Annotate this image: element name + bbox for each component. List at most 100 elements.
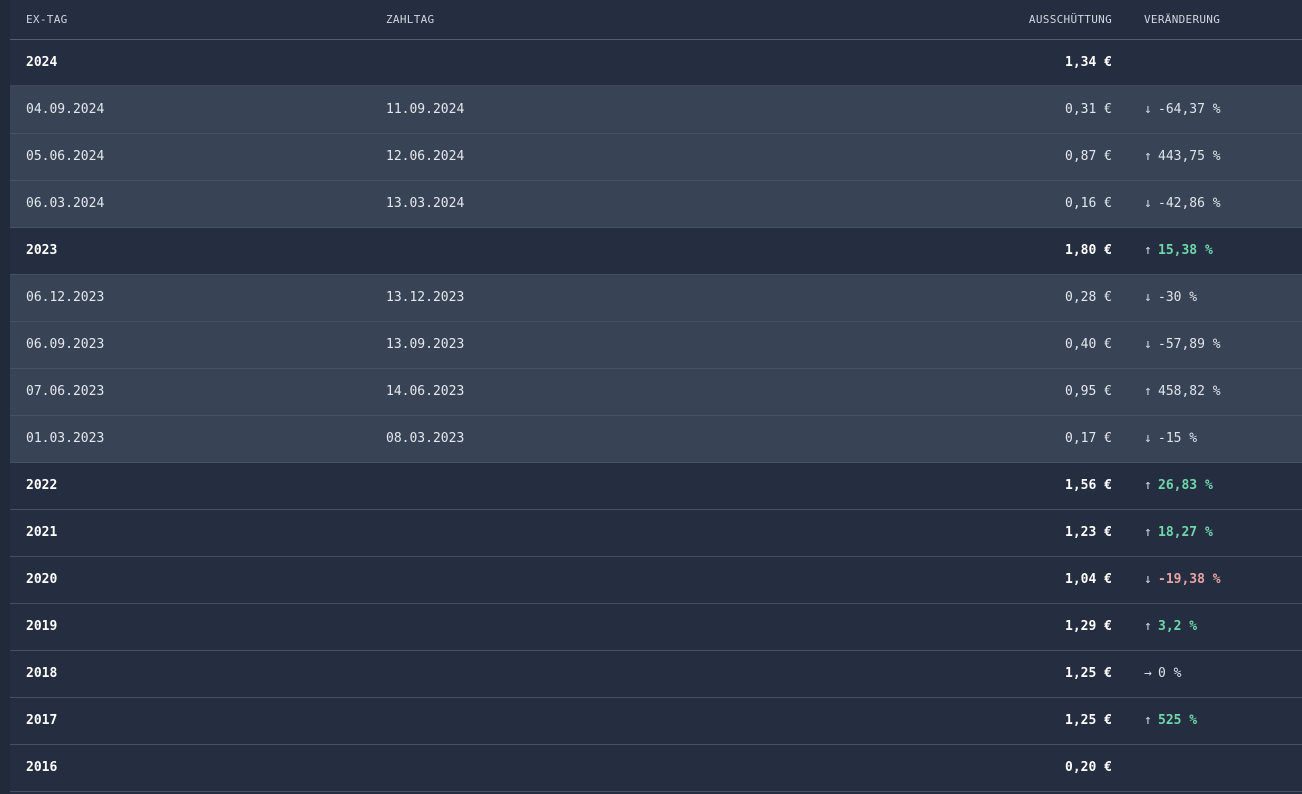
amount-cell: 0,16 € [930,180,1112,228]
ex-tag-cell: 2017 [10,697,370,745]
change-arrow-icon: ↑ [1144,149,1152,164]
amount-cell: 0,28 € [930,274,1112,322]
amount-cell: 0,20 € [930,744,1112,792]
change-arrow-icon: ↑ [1144,243,1152,258]
header-ex-tag[interactable]: EX-TAG [10,0,370,40]
ex-tag-cell: 2023 [10,227,370,275]
change-arrow-icon: ↓ [1144,337,1152,352]
ex-tag-cell: 06.09.2023 [10,321,370,369]
header-veraenderung[interactable]: VERÄNDERUNG [1112,0,1302,40]
dividend-row[interactable]: 07.06.2023 14.06.2023 0,95 € ↑ 458,82 % [10,368,1302,416]
change-cell: ↑ 18,27 % [1112,509,1302,557]
zahltag-cell [370,227,930,275]
change-cell: ↑ 443,75 % [1112,133,1302,181]
ex-tag-cell: 2018 [10,650,370,698]
amount-cell: 1,80 € [930,227,1112,275]
amount-cell: 1,56 € [930,462,1112,510]
year-summary-row[interactable]: 2023 1,80 € ↑ 15,38 % [10,227,1302,275]
table-body: 2024 1,34 € 04.09.2024 11.09.2024 0,31 €… [10,39,1302,792]
change-value: 15,38 % [1158,243,1213,258]
change-value: 458,82 % [1158,384,1221,399]
change-cell [1112,744,1302,792]
zahltag-cell [370,39,930,87]
change-value: -64,37 % [1158,102,1221,118]
dividend-row[interactable]: 04.09.2024 11.09.2024 0,31 € ↓ -64,37 % [10,86,1302,134]
change-cell: ↓ -64,37 % [1112,86,1302,134]
amount-cell: 1,23 € [930,509,1112,557]
change-value: -15 % [1158,431,1198,446]
ex-tag-cell: 06.12.2023 [10,274,370,322]
change-cell: ↓ -19,38 % [1112,556,1302,604]
year-summary-row[interactable]: 2016 0,20 € [10,744,1302,792]
change-cell [1112,39,1302,87]
amount-cell: 1,34 € [930,39,1112,87]
dividend-row[interactable]: 05.06.2024 12.06.2024 0,87 € ↑ 443,75 % [10,133,1302,181]
dividend-row[interactable]: 06.09.2023 13.09.2023 0,40 € ↓ -57,89 % [10,321,1302,369]
dividend-table: EX-TAG ZAHLTAG AUSSCHÜTTUNG VERÄNDERUNG … [10,0,1302,792]
change-cell: ↑ 26,83 % [1112,462,1302,510]
year-summary-row[interactable]: 2020 1,04 € ↓ -19,38 % [10,556,1302,604]
change-arrow-icon: ↓ [1144,290,1152,305]
header-zahltag[interactable]: ZAHLTAG [370,0,930,40]
year-summary-row[interactable]: 2022 1,56 € ↑ 26,83 % [10,462,1302,510]
change-cell: ↓ -57,89 % [1112,321,1302,369]
change-arrow-icon: ↑ [1144,384,1152,399]
dividend-table-container: EX-TAG ZAHLTAG AUSSCHÜTTUNG VERÄNDERUNG … [10,0,1302,794]
amount-cell: 1,25 € [930,697,1112,745]
year-summary-row[interactable]: 2019 1,29 € ↑ 3,2 % [10,603,1302,651]
change-arrow-icon: ↓ [1144,102,1152,118]
amount-cell: 0,31 € [930,86,1112,134]
change-arrow-icon: ↓ [1144,431,1152,446]
amount-cell: 0,95 € [930,368,1112,416]
ex-tag-cell: 2020 [10,556,370,604]
change-value: -30 % [1158,290,1198,305]
header-row: EX-TAG ZAHLTAG AUSSCHÜTTUNG VERÄNDERUNG [10,0,1302,40]
zahltag-cell [370,509,930,557]
zahltag-cell [370,650,930,698]
ex-tag-cell: 04.09.2024 [10,86,370,134]
ex-tag-cell: 07.06.2023 [10,368,370,416]
amount-cell: 0,17 € [930,415,1112,463]
change-value: 0 % [1158,666,1182,681]
dividend-row[interactable]: 01.03.2023 08.03.2023 0,17 € ↓ -15 % [10,415,1302,463]
ex-tag-cell: 01.03.2023 [10,415,370,463]
change-value: -57,89 % [1158,337,1221,352]
change-value: -19,38 % [1158,572,1221,587]
change-value: 26,83 % [1158,478,1213,493]
change-value: 443,75 % [1158,149,1221,164]
change-arrow-icon: → [1144,666,1152,681]
amount-cell: 0,40 € [930,321,1112,369]
year-summary-row[interactable]: 2024 1,34 € [10,39,1302,87]
change-cell: ↑ 15,38 % [1112,227,1302,275]
change-cell: → 0 % [1112,650,1302,698]
change-arrow-icon: ↑ [1144,713,1152,728]
dividend-row[interactable]: 06.12.2023 13.12.2023 0,28 € ↓ -30 % [10,274,1302,322]
zahltag-cell [370,556,930,604]
year-summary-row[interactable]: 2021 1,23 € ↑ 18,27 % [10,509,1302,557]
amount-cell: 0,87 € [930,133,1112,181]
amount-cell: 1,25 € [930,650,1112,698]
change-cell: ↓ -15 % [1112,415,1302,463]
year-summary-row[interactable]: 2018 1,25 € → 0 % [10,650,1302,698]
zahltag-cell [370,462,930,510]
header-ausschuettung[interactable]: AUSSCHÜTTUNG [930,0,1112,40]
amount-cell: 1,04 € [930,556,1112,604]
change-arrow-icon: ↓ [1144,196,1152,211]
zahltag-cell: 11.09.2024 [370,86,930,134]
zahltag-cell: 12.06.2024 [370,133,930,181]
ex-tag-cell: 2024 [10,39,370,87]
zahltag-cell [370,603,930,651]
change-arrow-icon: ↑ [1144,525,1152,540]
dividend-row[interactable]: 06.03.2024 13.03.2024 0,16 € ↓ -42,86 % [10,180,1302,228]
change-arrow-icon: ↑ [1144,619,1152,634]
zahltag-cell: 14.06.2023 [370,368,930,416]
change-cell: ↑ 525 % [1112,697,1302,745]
change-cell: ↓ -30 % [1112,274,1302,322]
change-arrow-icon: ↓ [1144,572,1152,587]
ex-tag-cell: 05.06.2024 [10,133,370,181]
year-summary-row[interactable]: 2017 1,25 € ↑ 525 % [10,697,1302,745]
zahltag-cell: 08.03.2023 [370,415,930,463]
zahltag-cell: 13.03.2024 [370,180,930,228]
table-header: EX-TAG ZAHLTAG AUSSCHÜTTUNG VERÄNDERUNG [10,0,1302,40]
zahltag-cell [370,744,930,792]
